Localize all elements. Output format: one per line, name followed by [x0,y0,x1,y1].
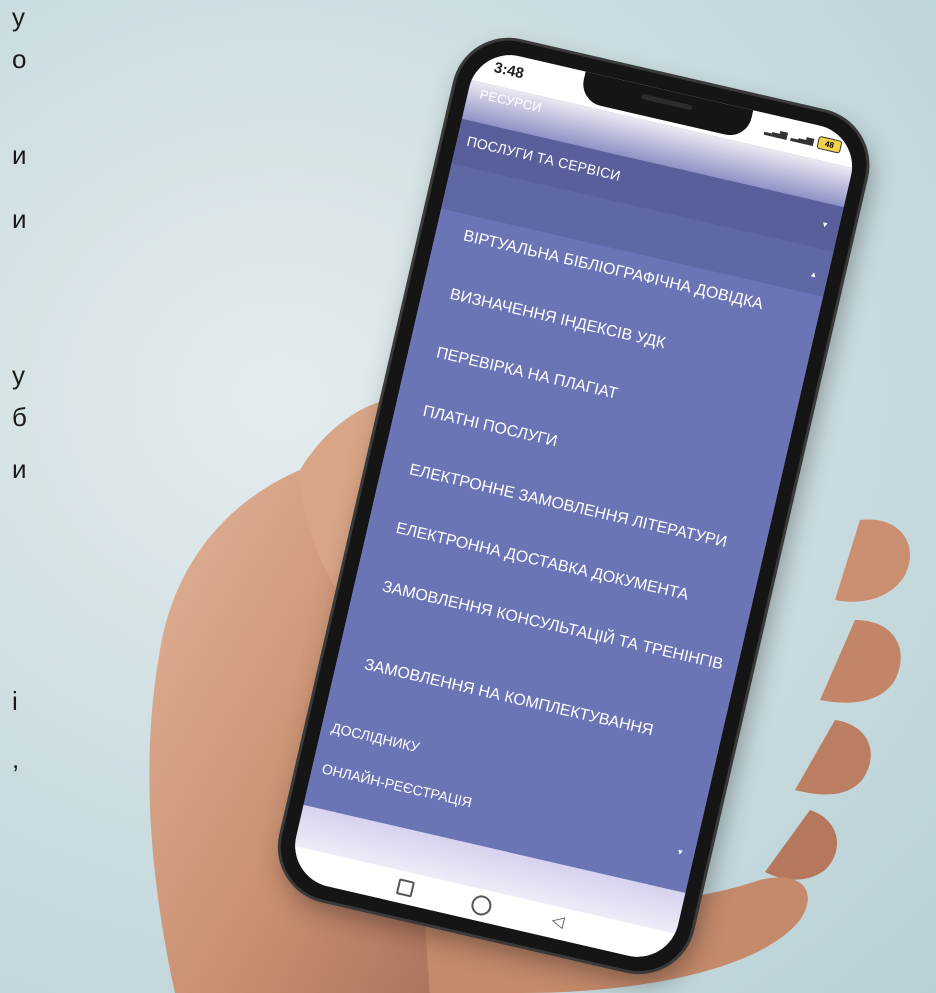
finger-shape [795,720,871,795]
back-icon[interactable]: ◁ [550,910,566,932]
speaker-grille [640,93,693,111]
chevron-down-icon[interactable]: ▾ [821,219,829,231]
chevron-down-icon[interactable]: ▾ [677,846,684,858]
battery-icon: 48 [816,135,843,154]
chevron-up-icon[interactable]: ▴ [809,264,818,285]
recent-apps-icon[interactable] [395,878,416,898]
status-time: 3:48 [492,59,526,83]
home-icon[interactable] [469,893,494,918]
finger-shape [765,810,837,880]
menu-item-label: ДОСЛІДНИКУ [329,719,422,756]
signal-icon: ▂▃▅ [763,124,789,141]
signal-icon: ▂▃▅ [790,130,816,147]
finger-shape [820,620,901,703]
finger-shape [835,519,910,602]
